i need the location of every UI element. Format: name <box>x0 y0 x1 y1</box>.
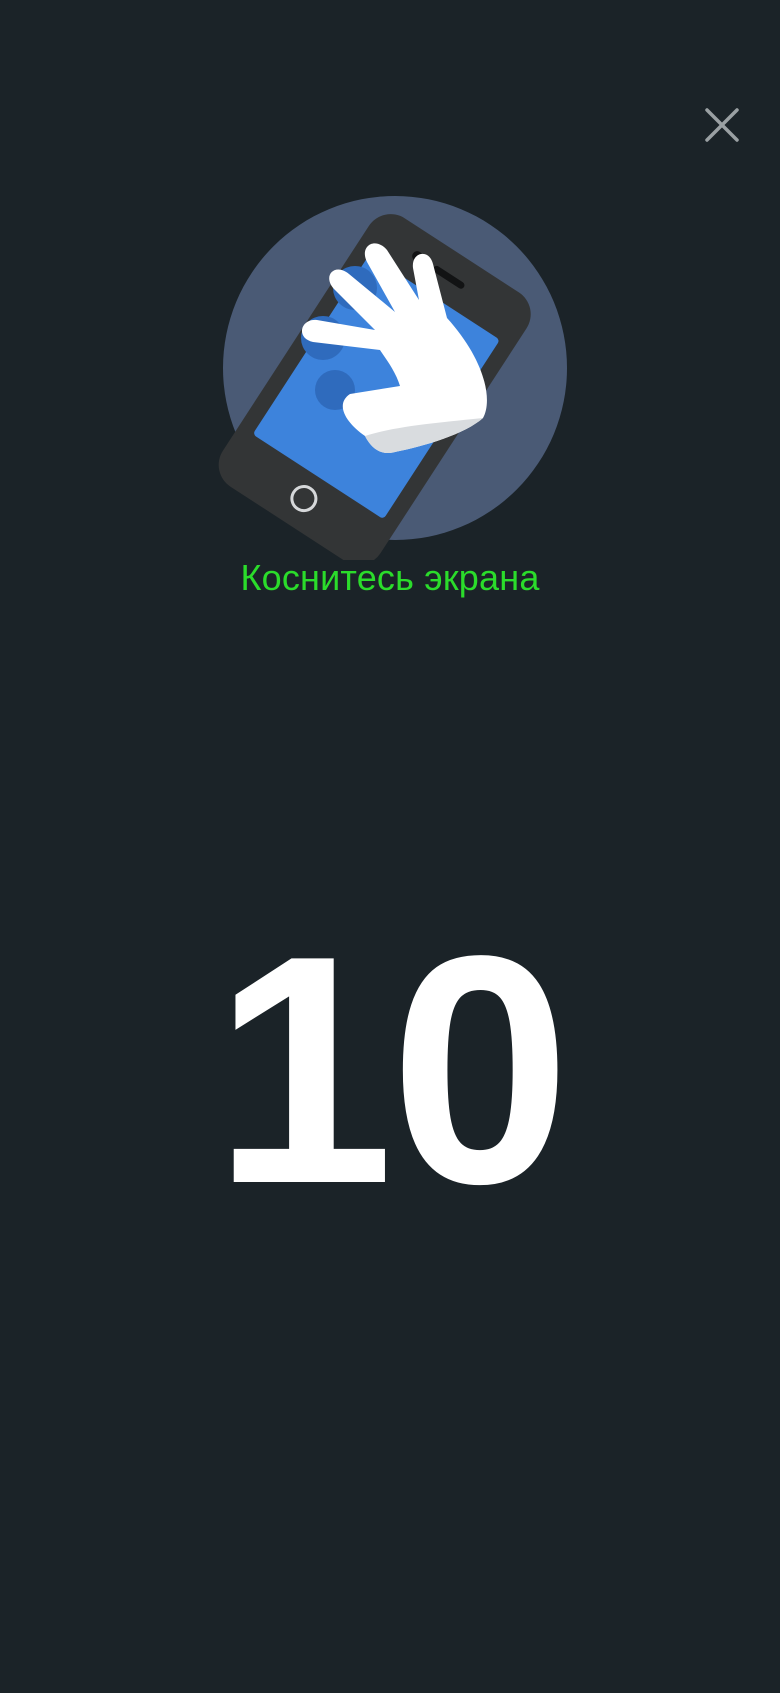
instruction-text: Коснитесь экрана <box>240 557 540 598</box>
countdown-number: 10 <box>213 888 571 1251</box>
close-icon <box>705 108 739 142</box>
phone-touch-illustration <box>195 190 575 560</box>
phone-touch-hand-icon <box>218 196 567 560</box>
touch-screen-countdown[interactable]: Коснитесь экрана 10 <box>0 0 780 1693</box>
close-button[interactable] <box>697 100 747 150</box>
